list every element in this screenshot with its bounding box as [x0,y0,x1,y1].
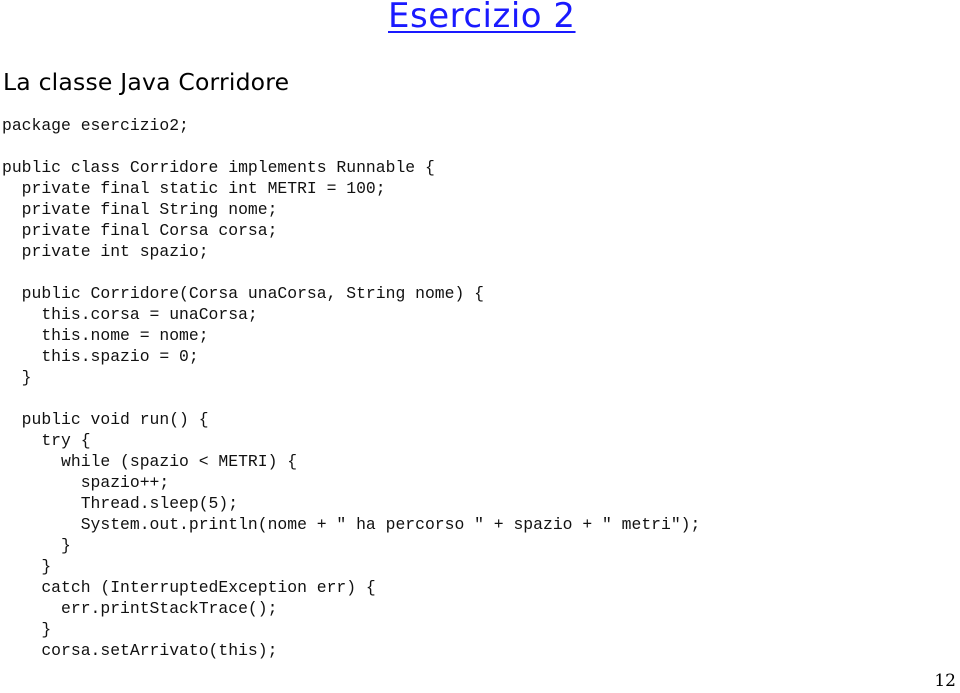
code-listing: package esercizio2; public class Corridor… [2,115,700,661]
code-line: this.corsa = unaCorsa; [2,305,258,324]
section-title: La classe Java Corridore [3,68,290,96]
code-line: private final Corsa corsa; [2,221,278,240]
code-line: public Corridore(Corsa unaCorsa, String … [2,284,484,303]
slide-title: Esercizio 2 [388,0,576,36]
code-line: private final static int METRI = 100; [2,179,386,198]
code-line: } [2,536,71,555]
code-line: package esercizio2; [2,116,189,135]
code-line: this.nome = nome; [2,326,209,345]
code-line: try { [2,431,91,450]
code-line: corsa.setArrivato(this); [2,641,278,660]
code-line: err.printStackTrace(); [2,599,278,618]
code-line: this.spazio = 0; [2,347,199,366]
code-line: } [2,620,52,639]
code-line: private final String nome; [2,200,278,219]
code-line: } [2,557,52,576]
code-line: Thread.sleep(5); [2,494,239,513]
code-line: private int spazio; [2,242,209,261]
code-line: public void run() { [2,410,209,429]
code-line: spazio++; [2,473,170,492]
code-line: System.out.println(nome + " ha percorso … [2,515,701,534]
code-line: } [2,368,32,387]
code-line: catch (InterruptedException err) { [2,578,376,597]
code-line: while (spazio < METRI) { [2,452,298,471]
code-line: public class Corridore implements Runnab… [2,158,435,177]
page-number: 12 [934,671,956,691]
